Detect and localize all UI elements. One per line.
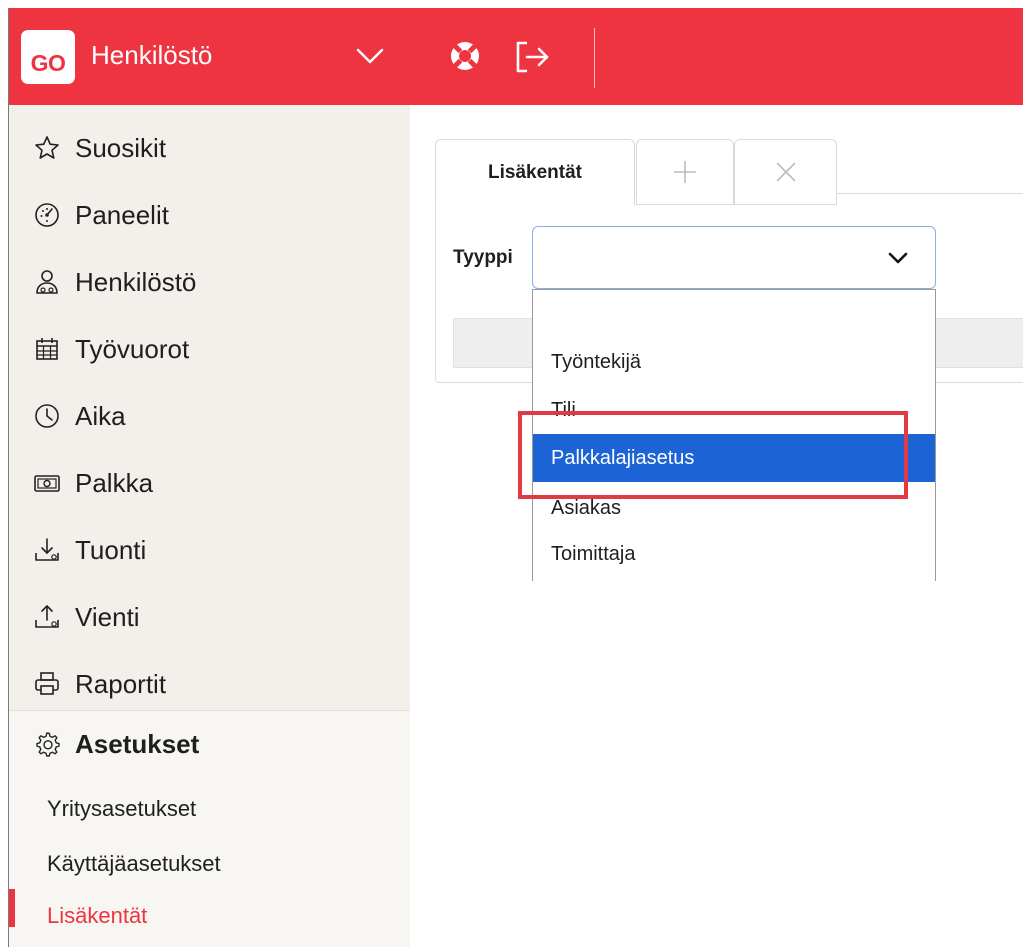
money-icon — [34, 475, 60, 492]
sidebar-subitem-yritysasetukset[interactable]: Yritysasetukset — [47, 796, 196, 822]
people-icon — [36, 270, 58, 294]
close-icon — [775, 162, 796, 182]
export-icon — [35, 605, 59, 628]
sidebar-item-tyovuorot[interactable]: Työvuorot — [9, 316, 410, 382]
sidebar-item-aika[interactable]: Aika — [9, 383, 410, 449]
dropdown-option-tyontekija[interactable]: Työntekijä — [533, 338, 935, 386]
plus-icon — [674, 161, 696, 183]
app-window: GO Henkilöstö Suosikit Paneelit Henkilös… — [8, 8, 1023, 947]
sidebar-item-label: Vienti — [75, 601, 140, 632]
top-bar: GO Henkilöstö — [9, 8, 1023, 105]
clock-icon — [35, 404, 59, 428]
star-icon — [35, 136, 59, 159]
active-indicator — [9, 889, 15, 927]
sidebar-item-label: Raportit — [75, 668, 167, 699]
sidebar-item-label: Asetukset — [75, 728, 200, 759]
sidebar-item-asetukset[interactable]: Asetukset — [9, 711, 410, 777]
type-field-label: Tyyppi — [453, 247, 513, 268]
sidebar-item-label: Palkka — [75, 467, 154, 498]
type-select[interactable] — [532, 226, 936, 289]
settings-section: Asetukset Yritysasetukset Käyttäjäasetuk… — [9, 710, 410, 947]
app-title: Henkilöstö — [91, 40, 213, 70]
printer-icon — [35, 672, 59, 695]
chevron-down-icon — [888, 252, 908, 264]
logout-icon[interactable] — [513, 39, 553, 75]
dropdown-option-toimittaja[interactable]: Toimittaja — [533, 530, 935, 578]
sidebar-item-suosikit[interactable]: Suosikit — [9, 115, 410, 181]
sidebar-item-paneelit[interactable]: Paneelit — [9, 182, 410, 248]
tab-lisakentat[interactable]: Lisäkentät — [435, 139, 635, 206]
sidebar-item-tuonti[interactable]: Tuonti — [9, 517, 410, 583]
calendar-icon — [36, 338, 58, 360]
sidebar-subitem-kayttajaasetukset[interactable]: Käyttäjäasetukset — [47, 851, 221, 877]
sidebar: Suosikit Paneelit Henkilöstö Työvuorot A… — [9, 105, 410, 947]
sidebar-item-palkka[interactable]: Palkka — [9, 450, 410, 516]
dropdown-option-palkkalajiasetus[interactable]: Palkkalajiasetus — [533, 434, 935, 482]
type-dropdown-list[interactable]: Työntekijä Tili Palkkalajiasetus Asiakas… — [532, 289, 936, 581]
main-content: Lisäkentät Tyyppi Työntekijä Tili Palkka… — [410, 105, 1023, 947]
sidebar-item-label: Tuonti — [75, 534, 147, 565]
sidebar-item-henkilosto[interactable]: Henkilöstö — [9, 249, 410, 315]
import-icon — [35, 538, 59, 561]
chevron-down-icon[interactable] — [355, 44, 385, 68]
sidebar-item-label: Aika — [75, 400, 126, 431]
dropdown-option-tili[interactable]: Tili — [533, 386, 935, 434]
app-logo[interactable]: GO — [21, 30, 75, 84]
sidebar-subitem-lisakentat[interactable]: Lisäkentät — [47, 903, 147, 929]
add-tab-button[interactable] — [636, 139, 734, 205]
lifebuoy-help-icon[interactable] — [449, 40, 481, 72]
sidebar-item-label: Suosikit — [75, 132, 167, 163]
gauge-icon — [35, 203, 59, 227]
top-bar-divider — [594, 28, 595, 88]
dropdown-option-asiakas[interactable]: Asiakas — [533, 484, 935, 532]
sidebar-item-label: Paneelit — [75, 199, 169, 230]
sidebar-item-raportit[interactable]: Raportit — [9, 651, 410, 717]
sidebar-item-label: Henkilöstö — [75, 266, 197, 297]
sidebar-item-label: Työvuorot — [75, 333, 190, 364]
gear-icon — [36, 732, 60, 757]
tab-label: Lisäkentät — [488, 162, 582, 183]
close-tab-button[interactable] — [734, 139, 837, 205]
sidebar-item-vienti[interactable]: Vienti — [9, 584, 410, 650]
logo-text: GO — [30, 50, 66, 76]
